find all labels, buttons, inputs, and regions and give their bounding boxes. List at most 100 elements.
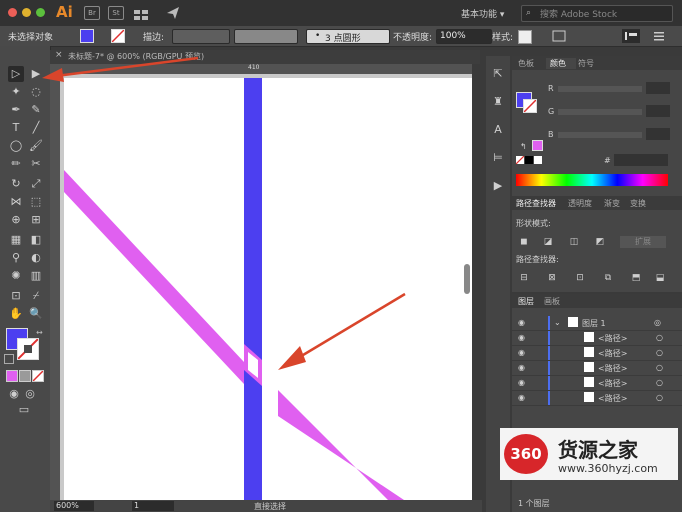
stock-icon[interactable]: St (108, 6, 124, 20)
curvature-tool-icon[interactable]: ✎ (28, 102, 44, 118)
minus-front-icon[interactable]: ◪ (540, 234, 556, 250)
channel-g-slider[interactable] (558, 109, 642, 115)
visibility-eye-icon[interactable]: ◉ (518, 333, 525, 342)
variable-width-profile[interactable] (234, 29, 298, 44)
zoom-window-button[interactable] (36, 8, 45, 17)
mesh-tool-icon[interactable]: ▦ (8, 232, 24, 248)
target-circle-icon[interactable]: ○ (656, 348, 663, 357)
exclude-icon[interactable]: ◩ (592, 234, 608, 250)
document-setup-icon[interactable] (552, 30, 566, 42)
ellipse-tool-icon[interactable]: ◯ (8, 138, 24, 154)
channel-g-value[interactable] (646, 105, 670, 117)
lasso-tool-icon[interactable]: ◌ (28, 84, 44, 100)
crop-icon[interactable]: ⧉ (600, 270, 616, 286)
target-circle-icon[interactable]: ◎ (654, 318, 661, 327)
character-icon[interactable]: A (490, 122, 506, 138)
draw-normal-icon[interactable]: ◉ (6, 386, 22, 402)
vertical-ruler[interactable] (50, 74, 60, 500)
color-mode-icon[interactable] (6, 370, 18, 382)
visibility-eye-icon[interactable]: ◉ (518, 363, 525, 372)
white-swatch[interactable] (534, 156, 542, 164)
tab-swatches[interactable]: 色板 (518, 58, 534, 69)
tab-layers[interactable]: 图层 (518, 296, 534, 307)
magic-wand-tool-icon[interactable]: ✦ (8, 84, 24, 100)
tab-color[interactable]: 颜色 (546, 58, 576, 69)
graphic-style-swatch[interactable] (518, 30, 532, 44)
target-circle-icon[interactable]: ○ (656, 393, 663, 402)
pen-tool-icon[interactable]: ✒ (8, 102, 24, 118)
panel-stroke-swatch[interactable] (523, 99, 537, 113)
tab-symbols[interactable]: 符号 (578, 58, 594, 69)
workspace-switcher[interactable]: 基本功能 ▾ (461, 7, 504, 20)
pencil-tool-icon[interactable]: ✏ (8, 156, 24, 172)
magenta-path-lower[interactable] (278, 390, 404, 500)
width-tool-icon[interactable]: ⋈ (8, 194, 24, 210)
current-tool-status[interactable]: 直接选择 (254, 501, 286, 512)
expand-button[interactable]: 扩展 (620, 236, 666, 248)
zoom-level-field[interactable]: 600% (54, 501, 94, 511)
stroke-swatch[interactable] (111, 29, 125, 43)
visibility-eye-icon[interactable]: ◉ (518, 378, 525, 387)
type-tool-icon[interactable]: T (8, 120, 24, 136)
rotate-tool-icon[interactable]: ↻ (8, 176, 24, 192)
column-graph-tool-icon[interactable]: ▥ (28, 268, 44, 284)
list-item[interactable]: ◉ <路径> ○ (512, 391, 682, 406)
visibility-eye-icon[interactable]: ◉ (518, 348, 525, 357)
color-spectrum[interactable] (516, 174, 668, 186)
line-tool-icon[interactable]: ╱ (28, 120, 44, 136)
channel-r-value[interactable] (646, 82, 670, 94)
draw-behind-icon[interactable]: ◎ (22, 386, 38, 402)
tab-pathfinder[interactable]: 路径查找器 (516, 198, 556, 209)
list-item[interactable]: ◉ <路径> ○ (512, 331, 682, 346)
minus-back-icon[interactable]: ⬓ (652, 270, 668, 286)
hand-tool-icon[interactable]: ✋ (8, 306, 24, 322)
send-feedback-icon[interactable] (166, 5, 180, 19)
align-options-icon[interactable] (622, 29, 640, 43)
hex-field[interactable] (614, 154, 668, 166)
list-item[interactable]: ◉ <路径> ○ (512, 346, 682, 361)
magenta-path-upper[interactable] (64, 170, 244, 384)
channel-b-value[interactable] (646, 128, 670, 140)
merge-icon[interactable]: ⊡ (572, 270, 588, 286)
target-circle-icon[interactable]: ○ (656, 333, 663, 342)
tab-transparency[interactable]: 透明度 (568, 198, 592, 209)
tab-artboards[interactable]: 画板 (544, 296, 560, 307)
intersect-icon[interactable]: ◫ (566, 234, 582, 250)
list-item[interactable]: ◉ <路径> ○ (512, 376, 682, 391)
black-swatch[interactable] (525, 156, 533, 164)
zoom-tool-icon[interactable]: 🔍 (28, 306, 44, 322)
list-item[interactable]: ◉ <路径> ○ (512, 361, 682, 376)
search-input[interactable]: 搜索 Adobe Stock (540, 7, 617, 20)
target-circle-icon[interactable]: ○ (656, 363, 663, 372)
none-swatch[interactable] (516, 156, 524, 164)
free-transform-tool-icon[interactable]: ⬚ (28, 194, 44, 210)
eyedropper-tool-icon[interactable]: ⚲ (8, 250, 24, 266)
bridge-icon[interactable]: Br (84, 6, 100, 20)
vertical-scrollbar[interactable] (464, 264, 470, 294)
outline-icon[interactable]: ⬒ (628, 270, 644, 286)
brush-definition-dropdown[interactable]: • 3 点圆形 (306, 29, 390, 44)
canvas-area[interactable] (60, 74, 472, 500)
layer-row[interactable]: ◉ ⌄ 图层 1 ◎ (512, 316, 682, 331)
trim-icon[interactable]: ⊠ (544, 270, 560, 286)
swap-fill-stroke-icon[interactable]: ↔ (36, 328, 43, 337)
tab-transform[interactable]: 变换 (630, 198, 646, 209)
artboard-tool-icon[interactable]: ⊡ (8, 288, 24, 304)
minimize-window-button[interactable] (22, 8, 31, 17)
none-mode-icon[interactable] (32, 370, 44, 382)
perspective-grid-tool-icon[interactable]: ⊞ (28, 212, 44, 228)
visibility-eye-icon[interactable]: ◉ (518, 393, 525, 402)
opacity-field[interactable]: 100% (436, 29, 492, 44)
unite-icon[interactable]: ◼ (516, 234, 532, 250)
blue-vertical-path[interactable] (244, 78, 262, 500)
divide-icon[interactable]: ⊟ (516, 270, 532, 286)
channel-r-slider[interactable] (558, 86, 642, 92)
paintbrush-tool-icon[interactable]: 🖌 (28, 138, 44, 154)
puppet-warp-icon[interactable]: ♜ (490, 94, 506, 110)
visibility-eye-icon[interactable]: ◉ (518, 318, 525, 327)
blend-tool-icon[interactable]: ◐ (28, 250, 44, 266)
tab-gradient[interactable]: 渐变 (604, 198, 620, 209)
shape-builder-tool-icon[interactable]: ⊕ (8, 212, 24, 228)
screen-mode-icon[interactable]: ▭ (16, 402, 32, 418)
target-circle-icon[interactable]: ○ (656, 378, 663, 387)
